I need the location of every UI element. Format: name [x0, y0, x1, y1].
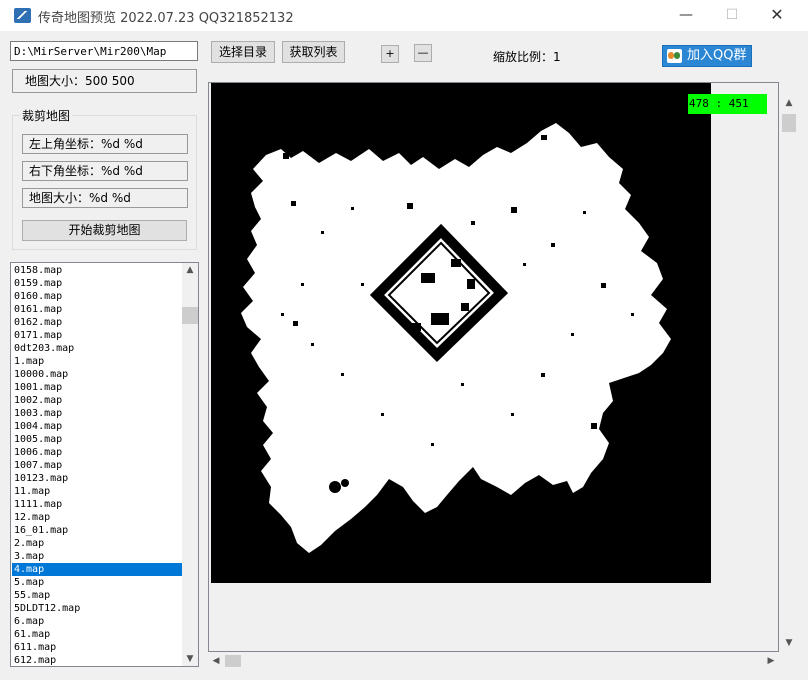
list-item[interactable]: 0160.map	[12, 290, 183, 303]
viewer-vertical-scrollbar[interactable]: ▲ ▼	[781, 96, 797, 652]
map-directory-input[interactable]: D:\MirServer\Mir200\Map	[10, 41, 198, 61]
viewer-horizontal-scrollbar[interactable]: ◀ ▶	[208, 653, 779, 669]
list-item[interactable]: 0dt203.map	[12, 342, 183, 355]
list-item[interactable]: 0161.map	[12, 303, 183, 316]
join-qq-group-label: 加入QQ群	[687, 48, 747, 63]
list-item[interactable]: 55.map	[12, 589, 183, 602]
list-item[interactable]: 0158.map	[12, 264, 183, 277]
list-item[interactable]: 61.map	[12, 628, 183, 641]
list-item[interactable]: 1.map	[12, 355, 183, 368]
app-logo-icon	[14, 8, 31, 23]
chevron-left-icon[interactable]: ◀	[208, 654, 224, 668]
list-item[interactable]: 1003.map	[12, 407, 183, 420]
maximize-button[interactable]: ☐	[712, 4, 752, 26]
select-directory-button[interactable]: 选择目录	[211, 41, 275, 63]
list-item[interactable]: 4.map	[12, 563, 183, 576]
zoom-in-button[interactable]: +	[381, 45, 399, 63]
map-viewport[interactable]: 478 : 451	[208, 82, 779, 652]
join-qq-group-button[interactable]: 加入QQ群	[662, 45, 752, 67]
close-button[interactable]: ✕	[757, 4, 797, 26]
chevron-up-icon[interactable]: ▲	[781, 96, 797, 110]
coordinate-readout: 478 : 451	[688, 94, 767, 114]
list-item[interactable]: 16_01.map	[12, 524, 183, 537]
list-item[interactable]: 0162.map	[12, 316, 183, 329]
chevron-down-icon[interactable]: ▼	[182, 652, 198, 666]
list-scroll-thumb[interactable]	[182, 307, 198, 324]
map-file-list[interactable]: 0158.map 0159.map 0160.map 0161.map 0162.map…	[10, 262, 199, 667]
crop-group-title: 裁剪地图	[20, 107, 73, 124]
map-render	[211, 83, 711, 583]
list-item[interactable]: 5DLDT12.map	[12, 602, 183, 615]
bottom-right-coordinate-field[interactable]: 右下角坐标：%d %d	[22, 161, 188, 181]
fetch-list-button[interactable]: 获取列表	[282, 41, 345, 63]
list-item[interactable]: 11.map	[12, 485, 183, 498]
top-left-coordinate-field[interactable]: 左上角坐标：%d %d	[22, 134, 188, 154]
viewer-hscroll-thumb[interactable]	[225, 655, 241, 667]
list-item[interactable]: 1006.map	[12, 446, 183, 459]
list-item[interactable]: 0171.map	[12, 329, 183, 342]
zoom-scale-label: 缩放比例：1	[493, 50, 561, 64]
map-size-display: 地图大小：500 500	[12, 69, 197, 93]
crop-size-field[interactable]: 地图大小：%d %d	[22, 188, 188, 208]
list-item[interactable]: 1001.map	[12, 381, 183, 394]
list-item[interactable]: 1007.map	[12, 459, 183, 472]
list-item[interactable]: 12.map	[12, 511, 183, 524]
chevron-right-icon[interactable]: ▶	[763, 654, 779, 668]
qq-group-icon	[667, 49, 682, 63]
list-item[interactable]: 5.map	[12, 576, 183, 589]
chevron-down-icon[interactable]: ▼	[781, 636, 797, 650]
minimize-button[interactable]: —	[666, 4, 706, 26]
zoom-out-button[interactable]: —	[414, 44, 432, 62]
list-item[interactable]: 0159.map	[12, 277, 183, 290]
list-item[interactable]: 10123.map	[12, 472, 183, 485]
list-vertical-scrollbar[interactable]: ▲ ▼	[182, 263, 198, 666]
list-item[interactable]: 612.map	[12, 654, 183, 666]
start-crop-button[interactable]: 开始裁剪地图	[22, 220, 187, 241]
list-item[interactable]: 2.map	[12, 537, 183, 550]
list-item[interactable]: 1004.map	[12, 420, 183, 433]
list-item[interactable]: 1111.map	[12, 498, 183, 511]
map-canvas[interactable]: 478 : 451	[211, 83, 767, 583]
viewer-vscroll-thumb[interactable]	[782, 114, 796, 132]
window-title: 传奇地图预览 2022.07.23 QQ321852132	[38, 11, 294, 26]
title-bar: 传奇地图预览 2022.07.23 QQ321852132 — ☐ ✕	[0, 0, 808, 31]
list-item[interactable]: 611.map	[12, 641, 183, 654]
list-item[interactable]: 1005.map	[12, 433, 183, 446]
list-item[interactable]: 10000.map	[12, 368, 183, 381]
list-item[interactable]: 1002.map	[12, 394, 183, 407]
list-item[interactable]: 6.map	[12, 615, 183, 628]
chevron-up-icon[interactable]: ▲	[182, 263, 198, 277]
list-item[interactable]: 3.map	[12, 550, 183, 563]
